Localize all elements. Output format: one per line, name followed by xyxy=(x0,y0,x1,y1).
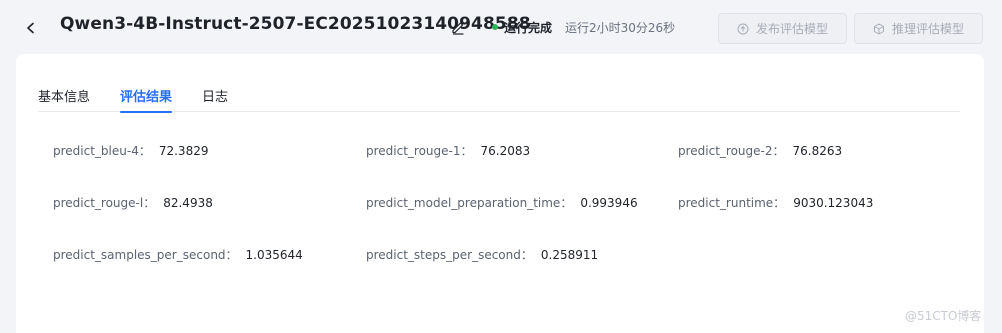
status-badge: 运行完成 xyxy=(504,21,553,35)
metric-value: 82.4938 xyxy=(163,195,213,210)
chevron-left-icon xyxy=(27,22,34,34)
metric-item: predict_samples_per_second： 1.035644 xyxy=(53,246,303,263)
page-header: Qwen3-4B-Instruct-2507-EC202510231409485… xyxy=(0,0,1002,54)
publish-eval-model-button[interactable]: 发布评估模型 xyxy=(718,13,847,44)
metric-label: predict_samples_per_second： xyxy=(53,248,238,262)
metric-label: predict_rouge-l： xyxy=(53,196,156,210)
tab-logs[interactable]: 日志 xyxy=(202,86,228,112)
infer-eval-model-button[interactable]: 推理评估模型 xyxy=(854,13,983,44)
metric-value: 0.993946 xyxy=(580,195,638,210)
metric-item: predict_runtime： 9030.123043 xyxy=(678,194,873,211)
metric-value: 76.2083 xyxy=(480,143,531,158)
metric-item: predict_bleu-4： 72.3829 xyxy=(53,142,208,159)
metric-label: predict_bleu-4： xyxy=(53,144,151,158)
metric-value: 9030.123043 xyxy=(793,195,874,210)
tab-eval-results[interactable]: 评估结果 xyxy=(120,86,173,113)
metric-value: 72.3829 xyxy=(158,143,209,158)
metric-label: predict_steps_per_second： xyxy=(366,248,533,262)
metric-item: predict_model_preparation_time： 0.993946 xyxy=(366,194,638,211)
cube-icon xyxy=(873,23,884,34)
watermark: @51CTO博客 xyxy=(905,309,982,323)
tab-bar: 基本信息 评估结果 日志 xyxy=(38,82,960,113)
metric-label: predict_model_preparation_time： xyxy=(366,196,573,210)
metric-item: predict_steps_per_second： 0.258911 xyxy=(366,246,598,263)
publish-button-label: 发布评估模型 xyxy=(755,22,828,36)
upload-icon xyxy=(737,23,749,34)
tab-basic-info[interactable]: 基本信息 xyxy=(38,86,90,112)
metric-item: predict_rouge-l： 82.4938 xyxy=(53,194,213,211)
metric-label: predict_rouge-2： xyxy=(678,144,785,158)
back-button[interactable] xyxy=(20,17,42,39)
metric-item: predict_rouge-2： 76.8263 xyxy=(678,142,842,159)
metric-label: predict_runtime： xyxy=(678,196,786,210)
metric-label: predict_rouge-1： xyxy=(366,144,473,158)
results-card: 基本信息 评估结果 日志 predict_bleu-4： 72.3829 pre… xyxy=(16,54,984,333)
metric-item: predict_rouge-1： 76.2083 xyxy=(366,142,530,159)
metric-value: 1.035644 xyxy=(245,247,303,262)
edit-title-button[interactable] xyxy=(450,19,466,35)
metric-value: 0.258911 xyxy=(540,247,599,262)
pencil-icon xyxy=(452,22,464,35)
infer-button-label: 推理评估模型 xyxy=(891,22,964,36)
metric-value: 76.8263 xyxy=(792,143,843,158)
status-dot-icon xyxy=(492,24,498,30)
run-duration: 运行2小时30分26秒 xyxy=(565,21,676,35)
